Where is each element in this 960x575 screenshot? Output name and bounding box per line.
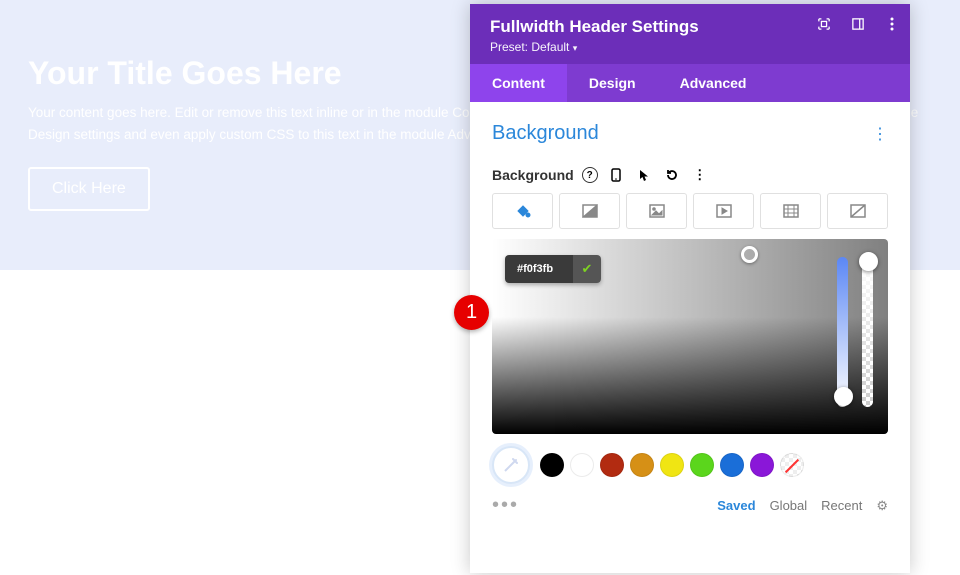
swatch-white[interactable] bbox=[570, 453, 594, 477]
field-label: Background bbox=[492, 167, 574, 183]
more-icon[interactable] bbox=[886, 18, 898, 30]
eyedropper-button[interactable] bbox=[492, 446, 530, 484]
alpha-handle[interactable] bbox=[859, 252, 878, 271]
preset-selector[interactable]: Preset: Default bbox=[490, 40, 890, 54]
annotation-badge-1: 1 bbox=[454, 295, 489, 330]
swatch-red[interactable] bbox=[600, 453, 624, 477]
color-swatches bbox=[492, 446, 888, 484]
section-menu-icon[interactable]: ⋮ bbox=[872, 124, 888, 144]
background-field-row: Background ? ⋮ bbox=[492, 165, 888, 185]
panel-header: Fullwidth Header Settings Preset: Defaul… bbox=[470, 4, 910, 64]
background-type-tabs bbox=[492, 193, 888, 229]
alpha-slider[interactable] bbox=[862, 257, 873, 407]
bg-tab-video[interactable] bbox=[693, 193, 754, 229]
color-picker-canvas[interactable]: ✔ bbox=[492, 239, 888, 434]
swatch-tab-recent[interactable]: Recent bbox=[821, 498, 862, 513]
swatch-green[interactable] bbox=[690, 453, 714, 477]
reset-icon[interactable] bbox=[662, 165, 682, 185]
swatch-yellow[interactable] bbox=[660, 453, 684, 477]
hero-button[interactable]: Click Here bbox=[28, 167, 150, 211]
picker-handle[interactable] bbox=[741, 246, 758, 263]
section-label: Background bbox=[492, 122, 888, 145]
settings-panel: Fullwidth Header Settings Preset: Defaul… bbox=[470, 4, 910, 573]
tab-advanced[interactable]: Advanced bbox=[658, 64, 769, 102]
field-more-icon[interactable]: ⋮ bbox=[690, 165, 710, 185]
expand-icon[interactable] bbox=[818, 18, 830, 30]
bg-tab-gradient[interactable] bbox=[559, 193, 620, 229]
tab-content[interactable]: Content bbox=[470, 64, 567, 102]
bg-tab-image[interactable] bbox=[626, 193, 687, 229]
bg-tab-pattern[interactable] bbox=[760, 193, 821, 229]
swatch-settings-icon[interactable]: ⚙ bbox=[876, 498, 888, 514]
swatch-orange[interactable] bbox=[630, 453, 654, 477]
swatch-footer: ••• Saved Global Recent ⚙ bbox=[492, 494, 888, 517]
panel-tabs: Content Design Advanced bbox=[470, 64, 910, 102]
swatch-more-icon[interactable]: ••• bbox=[492, 494, 519, 517]
hex-input[interactable] bbox=[505, 255, 573, 283]
hover-icon[interactable] bbox=[634, 165, 654, 185]
tab-design[interactable]: Design bbox=[567, 64, 658, 102]
panel-body: Background ⋮ Background ? ⋮ bbox=[470, 102, 910, 573]
swatch-purple[interactable] bbox=[750, 453, 774, 477]
phone-icon[interactable] bbox=[606, 165, 626, 185]
hue-slider[interactable] bbox=[837, 257, 848, 407]
responsive-icon[interactable] bbox=[852, 18, 864, 30]
hue-handle[interactable] bbox=[834, 387, 853, 406]
help-icon[interactable]: ? bbox=[582, 167, 598, 183]
swatch-black[interactable] bbox=[540, 453, 564, 477]
hex-confirm-button[interactable]: ✔ bbox=[573, 255, 601, 283]
swatch-tab-global[interactable]: Global bbox=[770, 498, 808, 513]
swatch-tab-saved[interactable]: Saved bbox=[717, 498, 755, 513]
bg-tab-color[interactable] bbox=[492, 193, 553, 229]
bg-tab-mask[interactable] bbox=[827, 193, 888, 229]
hex-pill: ✔ bbox=[505, 255, 601, 283]
swatch-blue[interactable] bbox=[720, 453, 744, 477]
swatch-none[interactable] bbox=[780, 453, 804, 477]
